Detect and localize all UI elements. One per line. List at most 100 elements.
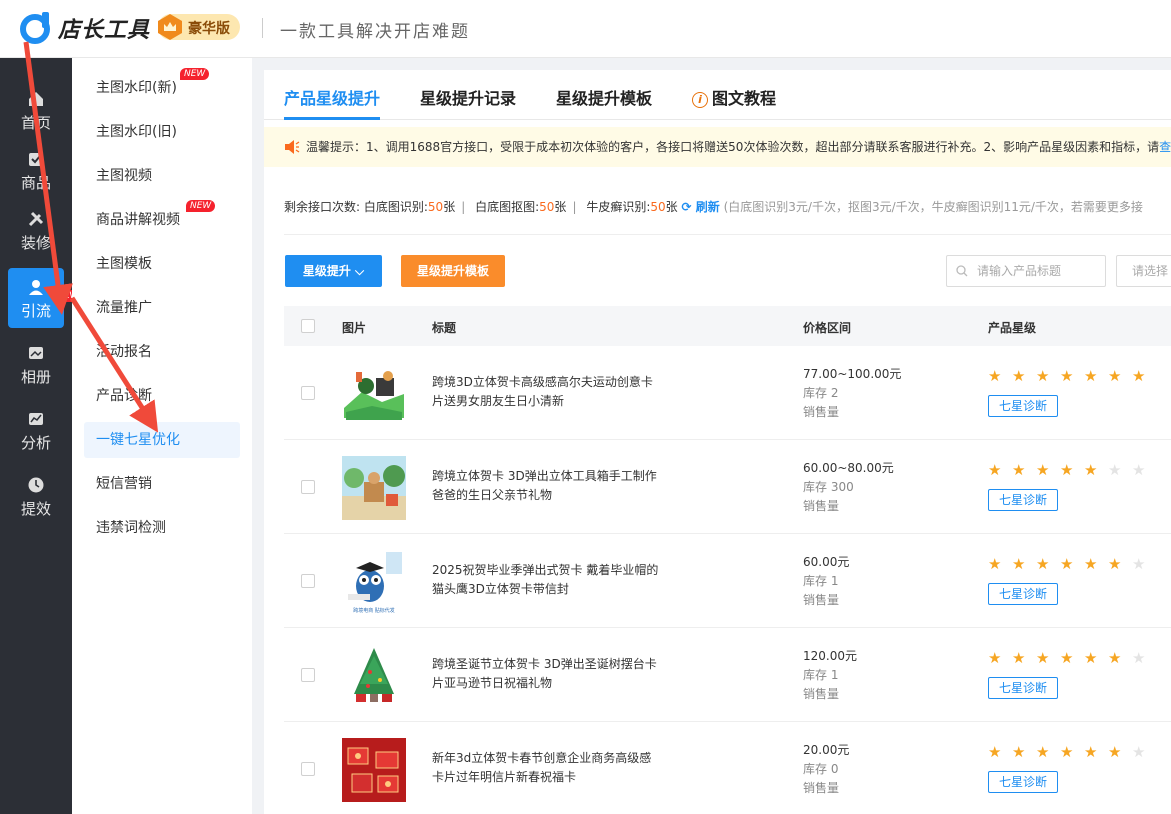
star-filled-icon: ★: [1060, 649, 1074, 667]
new-badge: NEW: [180, 68, 210, 80]
sub-item-label: 主图模板: [96, 256, 152, 272]
tab-bar: 产品星级提升 星级提升记录 星级提升模板 i 图文教程: [264, 70, 1171, 120]
star-empty-icon: ★: [1132, 743, 1146, 761]
star-rating: ★ ★ ★ ★ ★ ★ ★: [988, 368, 1156, 384]
sub-item-main-watermark-new[interactable]: 主图水印(新): [84, 70, 240, 106]
filter-select[interactable]: 请选择: [1116, 255, 1171, 287]
product-title[interactable]: 2025祝贺毕业季弹出式贺卡 戴着毕业帽的猫头鹰3D立体贺卡带信封: [432, 561, 662, 599]
select-all-checkbox[interactable]: [301, 319, 315, 333]
sub-item-seven-star[interactable]: 一键七星优化: [84, 422, 240, 458]
rail-item-goods[interactable]: 商品: [8, 140, 64, 200]
star-filled-icon: ★: [1012, 649, 1026, 667]
sub-item-main-watermark-old[interactable]: 主图水印(旧): [84, 114, 240, 150]
star-empty-icon: ★: [1108, 461, 1122, 479]
product-title[interactable]: 跨境3D立体贺卡高级感高尔夫运动创意卡片送男女朋友生日小清新: [432, 373, 662, 411]
rail-item-label: 提效: [20, 500, 51, 518]
row-checkbox[interactable]: [301, 574, 315, 588]
sub-item-traffic-promo[interactable]: 流量推广: [84, 290, 240, 326]
star-filled-icon: ★: [1108, 649, 1122, 667]
star-filled-icon: ★: [988, 743, 1002, 761]
product-title-search-input[interactable]: 请输入产品标题: [946, 255, 1106, 287]
notice-view-link[interactable]: 查看: [1159, 140, 1171, 154]
star-filled-icon: ★: [988, 649, 1002, 667]
stock-count: 库存 300: [803, 478, 854, 495]
table-row: 跨境3D立体贺卡高级感高尔夫运动创意卡片送男女朋友生日小清新 77.00~100…: [284, 346, 1171, 440]
star-filled-icon: ★: [1036, 461, 1050, 479]
rail-item-analysis[interactable]: 分析: [8, 400, 64, 460]
tab-tutorial-label: 图文教程: [712, 89, 777, 108]
seven-star-diagnose-button[interactable]: 七星诊断: [988, 677, 1058, 699]
rail-item-label: 相册: [20, 368, 51, 386]
product-thumbnail-toolbox-card[interactable]: [342, 456, 406, 520]
star-filled-icon: ★: [1012, 555, 1026, 573]
price-range: 60.00元: [803, 555, 850, 569]
goods-icon: [29, 153, 43, 166]
tab-boost-templates[interactable]: 星级提升模板: [556, 85, 652, 109]
price-range: 120.00元: [803, 649, 857, 663]
sub-item-label: 主图水印(旧): [96, 124, 177, 140]
product-title[interactable]: 跨境立体贺卡 3D弹出立体工具箱手工制作爸爸的生日父亲节礼物: [432, 467, 662, 505]
sales-label: 销售量: [803, 499, 840, 513]
sub-item-sms-marketing[interactable]: 短信营销: [84, 466, 240, 502]
sub-item-main-template[interactable]: 主图模板: [84, 246, 240, 282]
star-rating: ★ ★ ★ ★ ★ ★ ★: [988, 556, 1156, 572]
stock-label: 库存: [803, 386, 828, 400]
sub-item-activity-signup[interactable]: 活动报名: [84, 334, 240, 370]
rail-item-home[interactable]: 首页: [8, 80, 64, 140]
header-divider: [262, 18, 263, 38]
table-row: 跨境圣诞节立体贺卡 3D弹出圣诞树摆台卡片亚马逊节日祝福礼物 120.00元 库…: [284, 628, 1171, 722]
row-checkbox[interactable]: [301, 762, 315, 776]
seven-star-diagnose-button[interactable]: 七星诊断: [988, 489, 1058, 511]
seven-star-diagnose-button[interactable]: 七星诊断: [988, 771, 1058, 793]
star-filled-icon: ★: [1084, 367, 1098, 385]
app-header: 店长工具 豪华版 一款工具解决开店难题: [0, 0, 1171, 58]
new-badge: NEW: [186, 200, 216, 212]
star-boost-dropdown-button[interactable]: 星级提升 ⌵: [285, 255, 382, 287]
tab-boost-records[interactable]: 星级提升记录: [420, 85, 516, 109]
sub-item-explain-video[interactable]: 商品讲解视频: [84, 202, 240, 238]
table-header: 图片 标题 价格区间 产品星级: [284, 306, 1171, 346]
sub-item-banned-words[interactable]: 违禁词检测: [84, 510, 240, 546]
star-filled-icon: ★: [1036, 649, 1050, 667]
seven-star-diagnose-button[interactable]: 七星诊断: [988, 583, 1058, 605]
quota-recognize-label: 白底图识别:: [363, 200, 428, 214]
chevron-down-icon: ⌵: [355, 264, 365, 278]
thumbnail-caption: 跨境电商 贴标代发: [353, 607, 395, 614]
header-image: 图片: [342, 321, 367, 335]
tab-star-boost[interactable]: 产品星级提升: [284, 85, 380, 109]
product-thumbnail-new-year-card[interactable]: [342, 738, 406, 802]
rail-item-decorate[interactable]: 装修: [8, 200, 64, 260]
product-title[interactable]: 跨境圣诞节立体贺卡 3D弹出圣诞树摆台卡片亚马逊节日祝福礼物: [432, 655, 662, 693]
product-title[interactable]: 新年3d立体贺卡春节创意企业商务高级感卡片过年明信片新春祝福卡: [432, 749, 662, 787]
table-row: 跨境立体贺卡 3D弹出立体工具箱手工制作爸爸的生日父亲节礼物 60.00~80.…: [284, 440, 1171, 534]
header-price: 价格区间: [803, 321, 852, 335]
sales-label: 销售量: [803, 781, 840, 795]
row-checkbox[interactable]: [301, 386, 315, 400]
rail-item-album[interactable]: 相册: [8, 334, 64, 394]
star-filled-icon: ★: [1060, 367, 1074, 385]
tab-tutorial[interactable]: i 图文教程: [692, 85, 776, 109]
refresh-button[interactable]: ⟳ 刷新: [681, 200, 719, 214]
rail-item-efficiency[interactable]: 提效: [8, 466, 64, 526]
row-checkbox[interactable]: [301, 480, 315, 494]
star-rating: ★ ★ ★ ★ ★ ★ ★: [988, 650, 1156, 666]
product-thumbnail-owl-card[interactable]: 跨境电商 贴标代发: [342, 550, 406, 614]
secondary-nav: 主图水印(新) NEW 主图水印(旧) 主图视频 商品讲解视频 NEW 主图模板…: [72, 58, 252, 814]
sub-item-product-diagnosis[interactable]: 产品诊断: [84, 378, 240, 414]
star-filled-icon: ★: [1036, 367, 1050, 385]
star-filled-icon: ★: [988, 367, 1002, 385]
sales-label: 销售量: [803, 405, 840, 419]
product-thumbnail-christmas-tree-card[interactable]: [342, 644, 406, 708]
sales-label: 销售量: [803, 687, 840, 701]
stock-value: 300: [830, 480, 854, 494]
star-empty-icon: ★: [1132, 649, 1146, 667]
section-divider: [284, 234, 1171, 235]
star-rating: ★ ★ ★ ★ ★ ★ ★: [988, 744, 1156, 760]
sub-item-main-video[interactable]: 主图视频: [84, 158, 240, 194]
product-thumbnail-golf-card[interactable]: [342, 362, 406, 426]
seven-star-diagnose-button[interactable]: 七星诊断: [988, 395, 1058, 417]
star-template-button[interactable]: 星级提升模板: [401, 255, 505, 287]
star-filled-icon: ★: [1084, 555, 1098, 573]
app-logo-icon[interactable]: [20, 12, 52, 44]
row-checkbox[interactable]: [301, 668, 315, 682]
